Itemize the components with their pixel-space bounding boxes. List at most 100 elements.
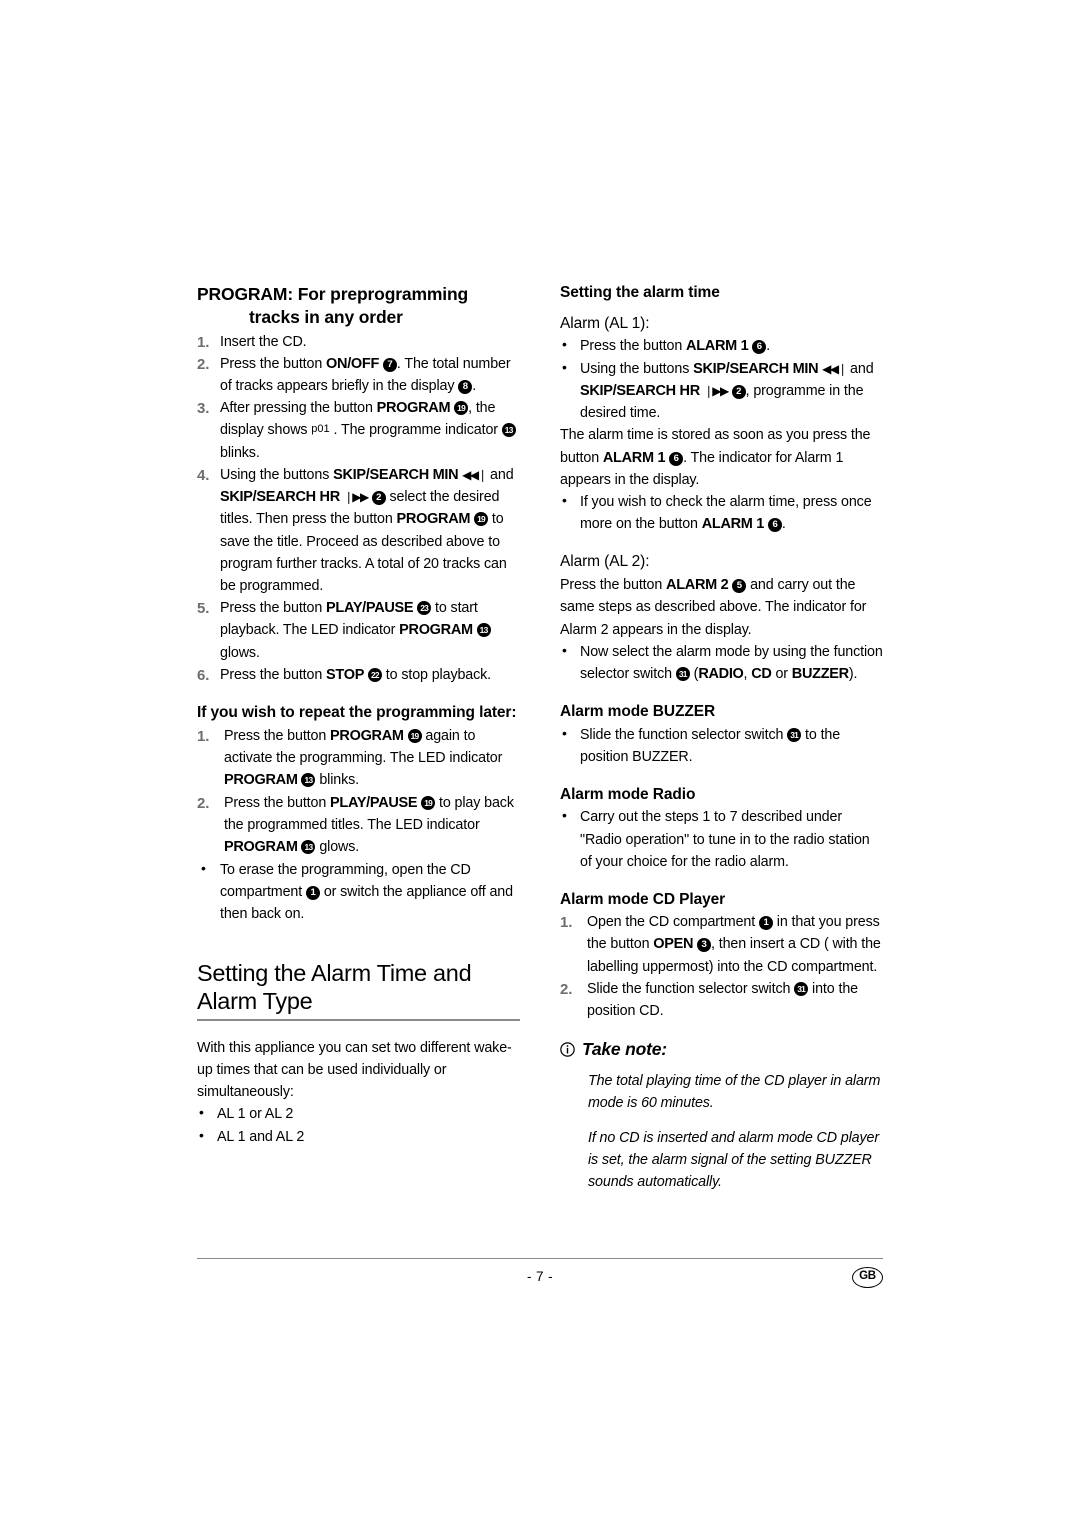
reference-number-badge: 13 xyxy=(301,840,316,855)
step-number: 1. xyxy=(560,914,573,932)
heading-divider xyxy=(197,1019,520,1022)
reference-number-badge: 22 xyxy=(367,667,382,682)
device-label: ALARM 2 xyxy=(666,577,729,594)
alarm-type-bullets: • AL 1 or AL 2 • AL 1 and AL 2 xyxy=(197,1103,520,1147)
transport-arrow-icon: ❘▶▶ xyxy=(343,489,370,504)
page-footer: - 7 - GB xyxy=(197,1258,883,1299)
alarm-type-intro: With this appliance you can set two diff… xyxy=(197,1040,512,1101)
page-number: - 7 - xyxy=(526,1269,554,1284)
transport-arrow-icon: ◀◀❘ xyxy=(462,467,488,482)
reference-number-badge: 2 xyxy=(731,385,746,399)
step-number: 1. xyxy=(197,727,210,745)
footer-row: - 7 - GB xyxy=(197,1259,883,1299)
alarm-al2-heading: Alarm (AL 2): xyxy=(560,553,650,571)
repeat-programming-heading: If you wish to repeat the programming la… xyxy=(197,704,517,722)
device-label: ALARM 1 xyxy=(701,516,765,533)
alarm-mode-radio-heading: Alarm mode Radio xyxy=(560,785,696,803)
take-note-paragraph: If no CD is inserted and alarm mode CD p… xyxy=(588,1130,879,1191)
device-label: ON/OFF xyxy=(326,355,380,372)
reference-number-badge: 6 xyxy=(752,340,767,355)
device-label: RADIO xyxy=(698,665,744,682)
step-number: 6. xyxy=(197,666,210,684)
bullet-item: • Carry out the steps 1 to 7 described un… xyxy=(562,807,870,870)
alarm-mode-cd-heading: Alarm mode CD Player xyxy=(560,890,726,908)
device-label: PROGRAM xyxy=(376,400,451,417)
bullet-item: • Slide the function selector switch 31 t… xyxy=(562,724,841,765)
bullet-dot-icon: • xyxy=(562,358,567,375)
alarm-al2-bullets: • Now select the alarm mode by using the … xyxy=(560,641,883,685)
transport-arrow-icon: ❘▶▶ xyxy=(703,384,730,398)
device-label: SKIP/SEARCH MIN xyxy=(693,360,819,377)
setting-alarm-time-heading: Setting the alarm time xyxy=(560,284,720,301)
device-label: PROGRAM xyxy=(399,622,473,639)
device-label: SKIP/SEARCH HR xyxy=(220,488,340,505)
bullet-item: • Press the button ALARM 1 6. xyxy=(562,336,771,355)
reference-number-badge: 6 xyxy=(669,451,684,466)
step-number: 2. xyxy=(197,794,210,812)
repeat-steps-list: 1. Press the button PROGRAM 19 again to … xyxy=(197,725,520,859)
alarm-al1-heading: Alarm (AL 1): xyxy=(560,314,650,332)
step-number: 4. xyxy=(197,466,210,484)
device-label: OPEN xyxy=(653,936,694,953)
reference-number-badge: 5 xyxy=(732,579,747,594)
bullet-dot-icon: • xyxy=(562,724,567,741)
device-label: PLAY/PAUSE xyxy=(330,794,418,811)
numbered-step: 1. Press the button PROGRAM 19 again to … xyxy=(197,725,520,792)
take-note-header: Take note: xyxy=(560,1039,883,1060)
device-label: BUZZER xyxy=(791,665,849,682)
device-label: SKIP/SEARCH HR xyxy=(580,383,700,399)
device-label: ALARM 1 xyxy=(602,449,666,466)
transport-arrow-icon: ◀◀❘ xyxy=(822,361,848,376)
alarm-type-heading-line1: Setting the Alarm Time and xyxy=(197,959,472,986)
alarm-al1-check-bullets: • If you wish to check the alarm time, pr… xyxy=(560,491,883,535)
device-label: PROGRAM xyxy=(224,772,298,789)
alarm-al1-paragraph: The alarm time is stored as soon as you … xyxy=(560,427,871,488)
page-content: PROGRAM: For preprogramming tracks in an… xyxy=(197,283,883,1193)
reference-number-badge: 19 xyxy=(454,401,469,416)
numbered-step: 4. Using the buttons SKIP/SEARCH MIN ◀◀❘ … xyxy=(197,464,520,597)
reference-number-badge: 31 xyxy=(787,727,802,742)
reference-number-badge: 23 xyxy=(417,601,432,615)
reference-number-badge: 19 xyxy=(407,728,422,743)
bullet-item: • AL 1 and AL 2 xyxy=(199,1126,305,1145)
device-label: SKIP/SEARCH MIN xyxy=(333,466,459,483)
numbered-step: 5. Press the button PLAY/PAUSE 23 to star… xyxy=(197,597,520,664)
take-note-title: Take note: xyxy=(582,1039,667,1060)
alarm-mode-radio-bullets: • Carry out the steps 1 to 7 described un… xyxy=(560,806,883,872)
step-number: 2. xyxy=(560,980,573,998)
numbered-step: 2. Press the button PLAY/PAUSE 19 to pla… xyxy=(197,792,520,859)
device-label: PLAY/PAUSE xyxy=(326,600,414,616)
take-note-paragraph: The total playing time of the CD player … xyxy=(588,1073,881,1112)
reference-number-badge: 6 xyxy=(767,518,782,533)
bullet-dot-icon: • xyxy=(562,492,567,509)
take-note-body: The total playing time of the CD player … xyxy=(560,1070,883,1193)
device-label: PROGRAM xyxy=(224,839,298,856)
info-icon xyxy=(560,1042,575,1057)
bullet-item: • AL 1 or AL 2 xyxy=(199,1104,294,1123)
device-label: ALARM 1 xyxy=(686,338,749,355)
numbered-step: 1. Open the CD compartment 1 in that you… xyxy=(560,911,883,978)
bullet-dot-icon: • xyxy=(562,807,567,824)
reference-number-badge: 19 xyxy=(474,512,489,527)
reference-number-badge: 3 xyxy=(697,938,712,953)
numbered-step: 2. Press the button ON/OFF 7. The total n… xyxy=(197,353,520,397)
device-label: CD xyxy=(751,665,772,682)
reference-number-badge: 7 xyxy=(382,357,397,372)
left-column: PROGRAM: For preprogramming tracks in an… xyxy=(197,283,520,1148)
program-heading-line1: PROGRAM: For preprogramming xyxy=(197,284,469,304)
alarm-type-heading-line2: Alarm Type xyxy=(197,988,313,1014)
step-number: 1. xyxy=(197,333,210,351)
alarm-mode-buzzer-bullets: • Slide the function selector switch 31 t… xyxy=(560,724,883,768)
bullet-dot-icon: • xyxy=(199,1104,204,1121)
reference-number-badge: 31 xyxy=(675,666,690,681)
reference-number-badge: 31 xyxy=(794,981,809,996)
reference-number-badge: 13 xyxy=(501,423,516,438)
bullet-dot-icon: • xyxy=(562,641,567,658)
device-label: PROGRAM xyxy=(396,511,471,528)
step-number: 5. xyxy=(197,600,210,617)
display-readout: p01 xyxy=(311,423,330,436)
bullet-dot-icon: • xyxy=(562,336,567,353)
program-section-heading: PROGRAM: For preprogramming tracks in an… xyxy=(197,283,520,329)
reference-number-badge: 19 xyxy=(421,795,436,810)
bullet-item: • To erase the programming, open the CD c… xyxy=(201,859,513,922)
